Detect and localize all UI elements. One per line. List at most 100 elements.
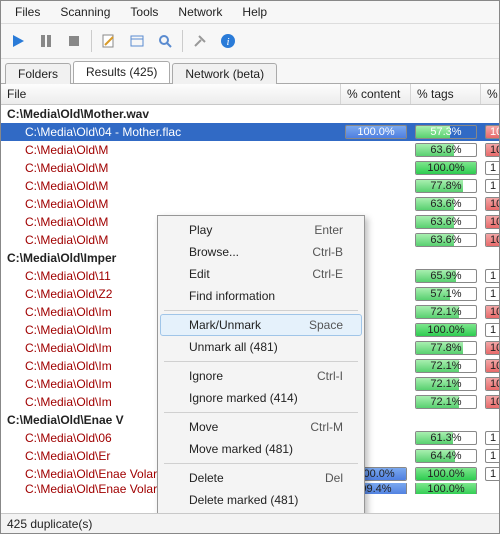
col-content[interactable]: % content (341, 84, 411, 104)
table-row[interactable]: C:\Media\Old\M63.6%10 (1, 195, 499, 213)
progress-bar: 72.1% (415, 395, 477, 409)
menu-files[interactable]: Files (5, 3, 50, 21)
cell-tags: 64.4% (411, 449, 481, 463)
menu-hotkey: Ctrl-E (312, 267, 343, 281)
cell-pre: 10 (481, 305, 499, 319)
cell-file: C:\Media\Old\M (1, 179, 341, 193)
menu-scanning[interactable]: Scanning (50, 3, 120, 21)
table-row[interactable]: C:\Media\Old\M77.8%1 (1, 177, 499, 195)
progress-bar: 10 (485, 125, 499, 139)
progress-bar: 1 (485, 323, 499, 337)
progress-bar: 10 (485, 377, 499, 391)
context-menu-item[interactable]: Mark/UnmarkSpace (160, 314, 362, 336)
cell-tags: 61.3% (411, 431, 481, 445)
status-text: 425 duplicate(s) (7, 517, 92, 531)
menu-help[interactable]: Help (232, 3, 277, 21)
col-file[interactable]: File (1, 84, 341, 104)
progress-bar: 72.1% (415, 359, 477, 373)
menu-hotkey: Ctrl-I (317, 369, 343, 383)
cell-pre: 10 (481, 197, 499, 211)
cell-tags: 72.1% (411, 377, 481, 391)
col-pre[interactable]: % pre (481, 84, 499, 104)
menu-hotkey: Enter (314, 223, 343, 237)
progress-bar: 100.0% (415, 161, 477, 175)
table-row[interactable]: C:\Media\Old\04 - Mother.flac100.0%57.3%… (1, 123, 499, 141)
progress-bar: 1 (485, 269, 499, 283)
menu-label: Move (189, 420, 218, 434)
svg-text:i: i (226, 36, 229, 48)
toolbar: i (1, 24, 499, 59)
context-menu-item[interactable]: Ignore marked (414) (160, 387, 362, 409)
context-menu-item[interactable]: Delete marked (481) (160, 489, 362, 511)
cell-tags: 57.1% (411, 287, 481, 301)
context-menu-item[interactable]: Browse...Ctrl-B (160, 241, 362, 263)
context-menu-item[interactable]: Find information (160, 285, 362, 307)
menu-tools[interactable]: Tools (120, 3, 168, 21)
progress-bar: 63.6% (415, 197, 477, 211)
play-button[interactable] (5, 28, 31, 54)
cell-tags: 57.3% (411, 125, 481, 139)
progress-bar: 77.8% (415, 179, 477, 193)
progress-bar: 100.0% (415, 467, 477, 481)
cell-tags: 72.1% (411, 305, 481, 319)
table-row[interactable]: C:\Media\Old\M63.6%10 (1, 141, 499, 159)
cell-tags: 100.0% (411, 161, 481, 175)
table-row[interactable]: C:\Media\Old\M 100.0% 1 (1, 159, 499, 177)
progress-bar: 1 (485, 287, 499, 301)
cell-file: C:\Media\Old\M (1, 161, 341, 175)
context-menu-item[interactable]: Move marked (481) (160, 438, 362, 460)
col-tags[interactable]: % tags (411, 84, 481, 104)
menu-label: Browse... (189, 245, 239, 259)
menu-network[interactable]: Network (168, 3, 232, 21)
progress-bar: 72.1% (415, 377, 477, 391)
stop-button[interactable] (61, 28, 87, 54)
menu-separator (164, 310, 358, 311)
context-menu-item[interactable]: DeleteDel (160, 467, 362, 489)
progress-bar: 63.6% (415, 143, 477, 157)
toolbar-sep (91, 30, 92, 52)
progress-bar: 63.6% (415, 233, 477, 247)
group-header[interactable]: C:\Media\Old\Mother.wav (1, 105, 499, 123)
context-menu-item[interactable]: IgnoreCtrl-I (160, 365, 362, 387)
cell-tags: 77.8% (411, 179, 481, 193)
context-menu: Play Enter Browse...Ctrl-BEditCtrl-EFind i… (157, 215, 365, 513)
progress-bar: 64.4% (415, 449, 477, 463)
cell-pre: 1 (481, 161, 499, 175)
progress-bar: 57.3% (415, 125, 477, 139)
cell-tags: 63.6% (411, 143, 481, 157)
tab-results[interactable]: Results (425) (73, 61, 170, 83)
cell-pre: 1 (481, 287, 499, 301)
menu-label: Ignore marked (414) (189, 391, 298, 405)
cell-pre: 1 (481, 269, 499, 283)
progress-bar: 65.9% (415, 269, 477, 283)
progress-bar: 77.8% (415, 341, 477, 355)
cell-tags: 77.8% (411, 341, 481, 355)
context-menu-item[interactable]: MoveCtrl-M (160, 416, 362, 438)
menu-separator (164, 463, 358, 464)
cell-pre: 10 (481, 233, 499, 247)
window-icon[interactable] (124, 28, 150, 54)
tab-network[interactable]: Network (beta) (172, 63, 277, 84)
menu-hotkey: Space (309, 318, 343, 332)
cell-pre: 10 (481, 125, 499, 139)
cell-tags: 63.6% (411, 197, 481, 211)
progress-bar: 10 (485, 395, 499, 409)
cell-tags: 100.0% (411, 323, 481, 337)
tab-folders[interactable]: Folders (5, 63, 71, 84)
progress-bar: 10 (485, 215, 499, 229)
progress-bar: 10 (485, 197, 499, 211)
menu-label: Play (189, 223, 212, 237)
progress-bar: 10 (485, 341, 499, 355)
progress-bar: 1 (485, 467, 499, 481)
info-icon[interactable]: i (215, 28, 241, 54)
context-menu-item[interactable]: Play Enter (160, 219, 362, 241)
pause-button[interactable] (33, 28, 59, 54)
cell-pre: 10 (481, 215, 499, 229)
tools-icon[interactable] (187, 28, 213, 54)
progress-bar: 100.0% (415, 483, 477, 494)
context-menu-item[interactable]: Unmark all (481) (160, 336, 362, 358)
edit-icon[interactable] (96, 28, 122, 54)
column-headers: File % content % tags % pre (1, 84, 499, 105)
context-menu-item[interactable]: EditCtrl-E (160, 263, 362, 285)
search-icon[interactable] (152, 28, 178, 54)
